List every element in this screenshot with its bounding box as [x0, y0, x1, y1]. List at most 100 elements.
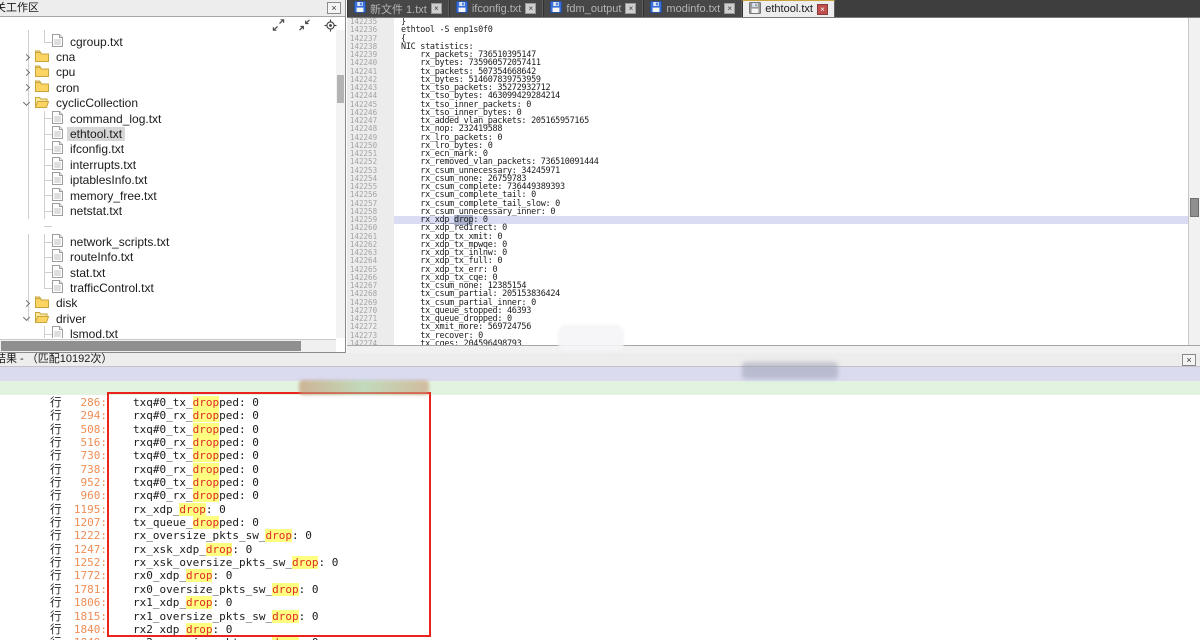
tab-label: fdm_output [566, 3, 621, 15]
editor-tab[interactable]: fdm_output × [543, 0, 643, 17]
line-word-label: 行 [50, 464, 65, 477]
line-word-label: 行 [50, 517, 65, 530]
tree-item-ethtool-txt[interactable]: ethtool.txt [0, 126, 336, 141]
result-file-path-line[interactable]: E:\日志\armod0523.odata.ncmp.unicom.locaar… [0, 381, 1200, 395]
workspace-panel: 关工作区 × [0, 0, 346, 353]
match-row[interactable]: 行1781:rx0_oversize_pkts_sw_drop: 0 [0, 583, 1200, 596]
results-close-icon[interactable]: × [1182, 354, 1196, 366]
match-row[interactable]: 行738:rxq#0_rx_dropped: 0 [0, 463, 1200, 476]
tree-item-label: disk [53, 296, 80, 310]
chevron-right-icon[interactable] [23, 84, 30, 91]
match-row[interactable]: 行1252:rx_xsk_oversize_pkts_sw_drop: 0 [0, 556, 1200, 569]
tree-item-lsmod-txt[interactable]: lsmod.txt [0, 326, 336, 338]
editor-tab[interactable]: ifconfig.txt × [449, 0, 544, 17]
match-row[interactable]: 行1849:rx2_oversize_pkts_sw_drop: 0 [0, 636, 1200, 640]
tree-item-trafficControl-txt[interactable]: trafficControl.txt [0, 280, 336, 295]
chevron-down-icon[interactable] [23, 99, 30, 106]
match-highlight: drop [265, 529, 292, 542]
scrollbar-thumb[interactable] [1190, 198, 1199, 217]
match-text: rx_xdp_drop: 0 [133, 503, 226, 516]
chevron-down-icon[interactable] [23, 314, 30, 321]
match-highlight: drop [193, 409, 220, 422]
match-row[interactable]: 行1772:rx0_xdp_drop: 0 [0, 569, 1200, 582]
tree-item-interrupts-txt[interactable]: interrupts.txt [0, 157, 336, 172]
tab-close-icon[interactable]: × [625, 3, 636, 14]
tree-item-netstat-txt[interactable]: netstat.txt [0, 203, 336, 218]
scrollbar-thumb[interactable] [1, 341, 301, 351]
match-line-number: 1252: [65, 556, 107, 569]
match-line-number: 1849: [65, 636, 107, 640]
match-row[interactable]: 行1247:rx_xsk_xdp_drop: 0 [0, 543, 1200, 556]
match-highlight: drop [193, 463, 220, 476]
line-word-label: 行 [50, 397, 65, 410]
match-row[interactable]: 行1222:rx_oversize_pkts_sw_drop: 0 [0, 529, 1200, 542]
tree-item-iptablesInfo-txt[interactable]: iptablesInfo.txt [0, 173, 336, 188]
line-word-label: 行 [50, 504, 65, 517]
match-row[interactable]: 行286:txq#0_tx_dropped: 0 [0, 396, 1200, 409]
scrollbar-thumb[interactable] [337, 75, 344, 103]
save-icon-slot [456, 1, 468, 16]
match-text: rx0_oversize_pkts_sw_drop: 0 [133, 583, 318, 596]
tree-item-disk[interactable]: disk [0, 296, 336, 311]
tree-item-driver[interactable]: driver [0, 311, 336, 326]
match-row[interactable]: 行294:rxq#0_rx_dropped: 0 [0, 409, 1200, 422]
match-row[interactable]: 行1840:rx2_xdp_drop: 0 [0, 623, 1200, 636]
tree-vertical-scrollbar[interactable] [336, 30, 345, 338]
editor-horizontal-scrollbar[interactable] [347, 345, 1200, 353]
save-icon-slot [749, 2, 761, 17]
tree-item-label: routeInfo.txt [67, 250, 136, 264]
tree-item-cgroup-txt[interactable]: cgroup.txt [0, 34, 336, 49]
match-row[interactable]: 行1815:rx1_oversize_pkts_sw_drop: 0 [0, 610, 1200, 623]
match-text: txq#0_tx_dropped: 0 [133, 449, 259, 462]
editor-tab[interactable]: ethtool.txt × [742, 0, 835, 17]
match-row[interactable]: 行1195:rx_xdp_drop: 0 [0, 503, 1200, 516]
line-word-label: 行 [50, 424, 65, 437]
tab-bar: 新文件 1.txt × ifconfig.txt × fdm_output × … [347, 0, 1200, 18]
tree-item-cna[interactable]: cna [0, 49, 336, 64]
tree-item-network_scripts-txt[interactable]: network_scripts.txt [0, 234, 336, 249]
chevron-right-icon[interactable] [23, 54, 30, 61]
line-word-label: 行 [50, 477, 65, 490]
match-row[interactable]: 行952:txq#0_tx_dropped: 0 [0, 476, 1200, 489]
tree-item-cron[interactable]: cron [0, 80, 336, 95]
match-row[interactable]: 行960:rxq#0_rx_dropped: 0 [0, 489, 1200, 502]
match-highlight: drop [292, 556, 319, 569]
workspace-panel-title: 关工作区 [0, 0, 345, 16]
tree-item-routeInfo-txt[interactable]: routeInfo.txt [0, 249, 336, 264]
tree-item-cpu[interactable]: cpu [0, 65, 336, 80]
tab-label: ifconfig.txt [472, 3, 522, 15]
match-line-number: 1247: [65, 543, 107, 556]
match-text: txq#0_tx_dropped: 0 [133, 396, 259, 409]
workspace-close-icon[interactable]: × [327, 2, 341, 14]
editor-text-area[interactable]: 142235}142236ethtool -S enp1s0f0142237{1… [347, 18, 1188, 345]
match-line-number: 738: [65, 463, 107, 476]
match-line-number: 1222: [65, 529, 107, 542]
tree-horizontal-scrollbar[interactable] [0, 339, 336, 352]
tab-close-icon[interactable]: × [817, 4, 828, 15]
tree-item-label: stat.txt [67, 266, 108, 280]
match-row[interactable]: 行508:txq#0_tx_dropped: 0 [0, 423, 1200, 436]
file-tree[interactable]: cgroup.txt cna cpu cron cyclicCollection… [0, 30, 336, 338]
file-icon [52, 172, 63, 185]
folder-open-icon [35, 311, 49, 323]
tree-item-stat-txt[interactable]: stat.txt [0, 265, 336, 280]
tree-item-memory_free-txt[interactable]: memory_free.txt [0, 188, 336, 203]
editor-tab[interactable]: 新文件 1.txt × [347, 0, 449, 17]
save-icon-slot [650, 1, 662, 16]
editor-vertical-scrollbar[interactable] [1188, 18, 1200, 345]
match-text: rx2_xdp_drop: 0 [133, 623, 232, 636]
tab-close-icon[interactable]: × [431, 3, 442, 14]
match-row[interactable]: 行1806:rx1_xdp_drop: 0 [0, 596, 1200, 609]
match-row[interactable]: 行730:txq#0_tx_dropped: 0 [0, 449, 1200, 462]
editor-tab[interactable]: modinfo.txt × [643, 0, 742, 17]
tree-item-ifconfig-txt[interactable]: ifconfig.txt [0, 142, 336, 157]
match-row[interactable]: 行516:rxq#0_rx_dropped: 0 [0, 436, 1200, 449]
match-row[interactable]: 行1207:tx_queue_dropped: 0 [0, 516, 1200, 529]
tab-close-icon[interactable]: × [525, 3, 536, 14]
save-icon [650, 1, 662, 13]
chevron-right-icon[interactable] [23, 300, 30, 307]
tab-close-icon[interactable]: × [724, 3, 735, 14]
chevron-right-icon[interactable] [23, 69, 30, 76]
tree-item-cyclicCollection[interactable]: cyclicCollection [0, 96, 336, 111]
tree-item-command_log-txt[interactable]: command_log.txt [0, 111, 336, 126]
